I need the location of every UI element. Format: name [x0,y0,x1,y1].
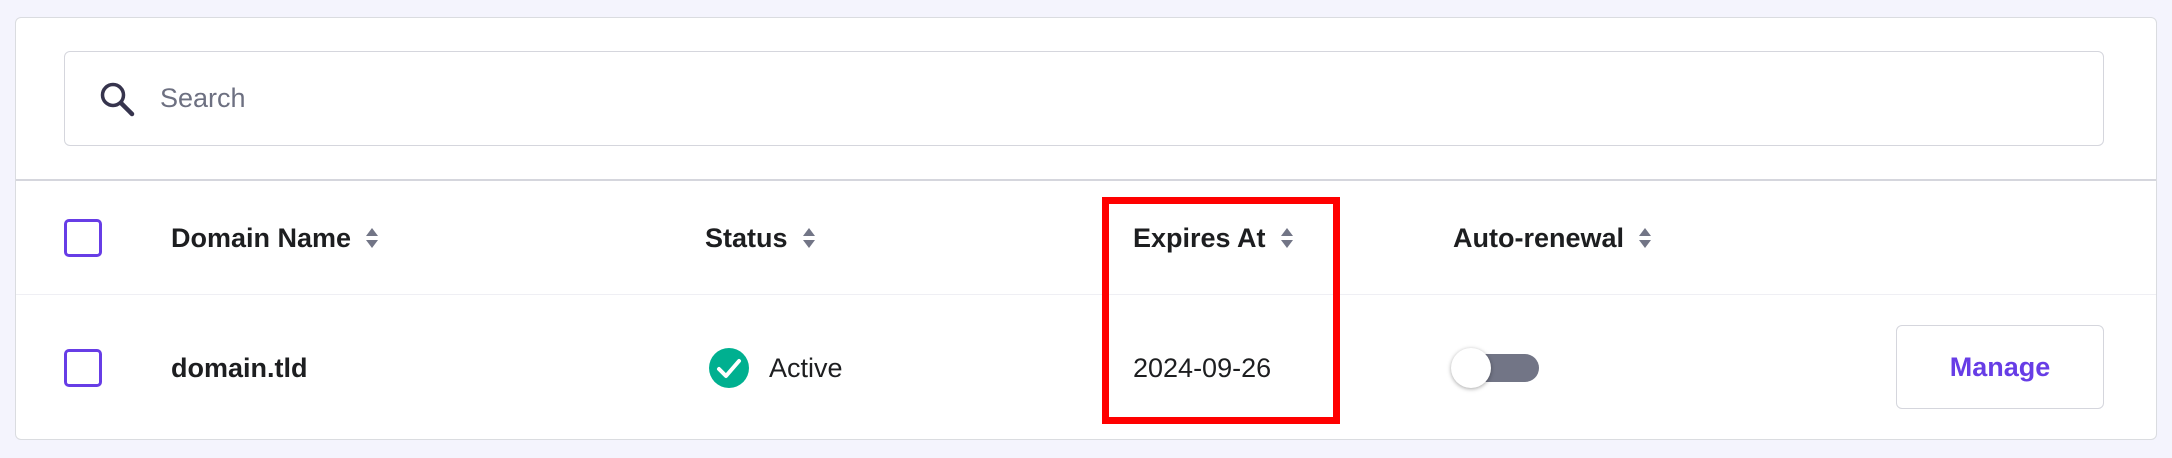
search-icon [100,82,135,117]
domains-table-card: Domain Name Status Expires At Auto-renew… [15,17,2157,440]
sort-icon[interactable] [802,226,816,250]
header-divider [16,179,2156,181]
column-header-label: Domain Name [171,222,352,253]
sort-icon[interactable] [1280,226,1294,250]
column-header-domain-name[interactable]: Domain Name [171,219,379,257]
manage-button[interactable]: Manage [1896,325,2104,409]
row-divider [16,294,2156,295]
status-cell: Active [709,348,843,388]
search-box[interactable] [64,51,2104,146]
check-circle-icon [709,348,749,388]
column-header-label: Auto-renewal [1453,222,1625,253]
status-label: Active [769,352,843,383]
domain-name-cell: domain.tld [171,352,308,383]
auto-renewal-toggle[interactable] [1451,348,1543,388]
select-all-checkbox[interactable] [64,219,102,257]
expires-at-cell: 2024-09-26 [1133,352,1272,383]
column-header-expires-at[interactable]: Expires At [1133,219,1294,257]
search-input[interactable] [160,52,2060,145]
column-header-auto-renewal[interactable]: Auto-renewal [1453,219,1652,257]
toggle-knob [1451,348,1491,388]
column-header-status[interactable]: Status [705,219,816,257]
column-header-label: Expires At [1133,222,1266,253]
column-header-label: Status [705,222,788,253]
sort-icon[interactable] [365,226,379,250]
sort-icon[interactable] [1638,226,1652,250]
row-select-checkbox[interactable] [64,349,102,387]
